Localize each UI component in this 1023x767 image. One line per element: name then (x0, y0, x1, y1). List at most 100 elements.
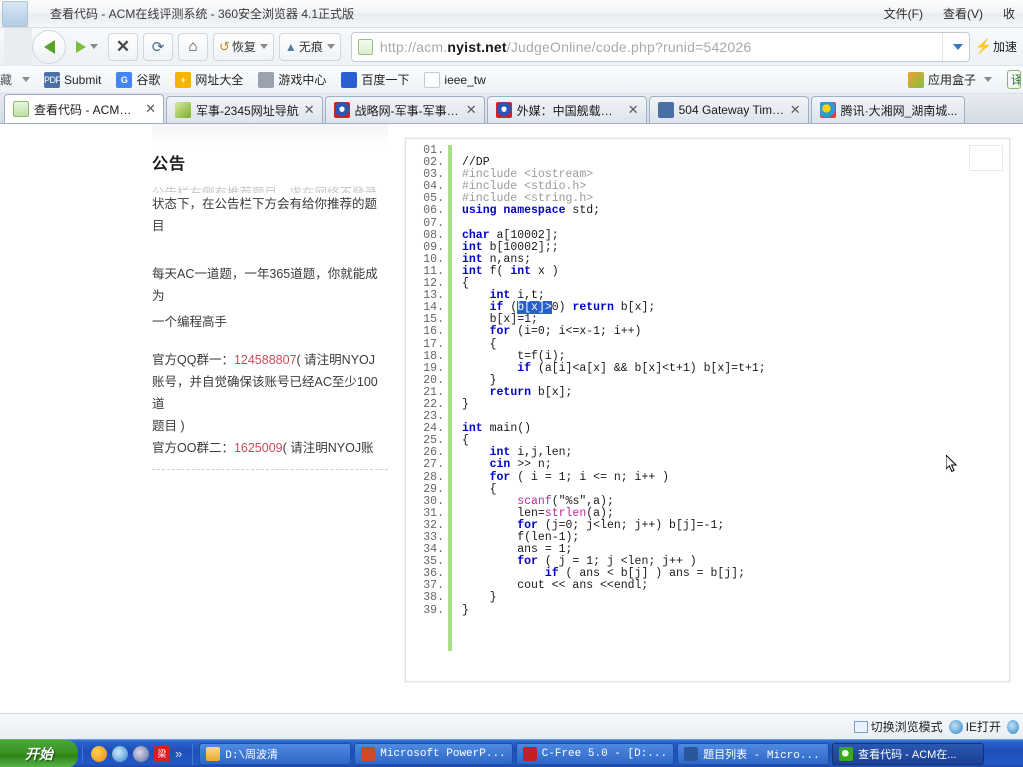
code-line[interactable]: if (a[i]<a[x] && b[x]<t+1) b[x]=t+1; (462, 361, 1009, 375)
code-line[interactable]: using namespace std; (462, 205, 1009, 217)
code-line[interactable]: cout << ans <<endl; (462, 580, 1009, 592)
menu-view[interactable]: 查看(V) (943, 5, 983, 22)
tab-foreign-media[interactable]: 外媒：中国舰载战机... ✕ (486, 96, 647, 123)
announcement-spacer (152, 241, 388, 263)
code-line[interactable] (462, 145, 1009, 157)
forward-button[interactable] (71, 33, 103, 61)
favorites-clip-label[interactable]: 藏 (0, 71, 18, 88)
ie-icon[interactable] (112, 745, 128, 762)
code-line[interactable]: int b[10002];; (462, 241, 1009, 254)
code-viewer[interactable]: 01. 02. 03. 04. 05. 06. 07. 08. 09. 10. 11. 12. 13. 1… (406, 139, 1009, 681)
incognito-button[interactable]: ▲ 无痕 (278, 32, 341, 61)
announcement-title: 公告 (152, 156, 187, 173)
qq1-number: 124588807 (233, 353, 297, 367)
close-icon[interactable]: ✕ (466, 102, 477, 118)
close-icon[interactable]: ✕ (145, 101, 156, 117)
media-player-icon[interactable] (91, 745, 107, 762)
code-line[interactable]: for (i=0; i<=x-1; i++) (462, 326, 1009, 338)
powerpoint-icon (361, 746, 376, 761)
line-number: 18. (423, 349, 444, 363)
tab-504-gateway[interactable]: 504 Gateway Time-... ✕ (648, 96, 809, 123)
close-icon[interactable]: ✕ (628, 102, 639, 118)
stop-button[interactable]: ✕ (108, 32, 138, 61)
selected-code-token: b[x]> (517, 301, 552, 315)
incognito-label: 无痕 (298, 40, 323, 54)
code-line[interactable]: return b[x]; (462, 386, 1009, 399)
news-icon (495, 102, 512, 118)
open-in-ie-button[interactable]: IE打开 (948, 718, 1001, 735)
bookmark-game-center[interactable]: 游戏中心 (252, 69, 332, 90)
code-line[interactable]: int main() (462, 423, 1009, 435)
chevron-right-icon[interactable]: » (175, 746, 182, 761)
start-button[interactable]: 开始 (0, 739, 78, 767)
code-token: cout << ans <<endl; (462, 579, 649, 593)
code-token: n,ans; (489, 252, 532, 266)
bookmark-ieee-tw[interactable]: ieee_tw (418, 70, 491, 90)
menu-favorites[interactable]: 收 (1003, 5, 1017, 22)
home-button[interactable]: ⌂ (178, 32, 208, 61)
code-line[interactable]: } (462, 592, 1009, 604)
code-line[interactable]: } (462, 604, 1009, 617)
undo-icon: ↺ (219, 38, 230, 54)
taskbar-item-browser[interactable]: 查看代码 - ACM在... (832, 742, 985, 765)
explorer-icon[interactable] (133, 745, 149, 762)
accelerate-button[interactable]: ⚡ 加速 (975, 38, 1019, 55)
source-code-card: 01. 02. 03. 04. 05. 06. 07. 08. 09. 10. 11. 12. 13. 1… (405, 138, 1010, 682)
divider (152, 469, 388, 470)
code-token: if (544, 567, 566, 581)
code-token: if (517, 361, 538, 375)
taskbar: 开始 梁 » D:\周波清 Microsoft PowerP... C-Free… (0, 739, 1023, 767)
address-bar[interactable]: http://acm.nyist.net/JudgeOnline/code.ph… (350, 31, 970, 62)
code-token: 0) (551, 301, 573, 315)
code-line[interactable]: } (462, 398, 1009, 411)
taskbar-item-problem-list[interactable]: 题目列表 - Micro... (677, 742, 830, 765)
qq1-line2: 账号，并自觉确保该账号已经AC至少100道 (152, 375, 378, 411)
tab-strategy-news[interactable]: 战略网-军事-军事新... ✕ (324, 96, 485, 123)
refresh-button[interactable]: ⟳ (143, 32, 173, 61)
code-line[interactable] (462, 411, 1009, 423)
taskbar-item-cfree[interactable]: C-Free 5.0 - [D:... (515, 742, 675, 765)
line-number-gutter: 01. 02. 03. 04. 05. 06. 07. 08. 09. 10. 11. 12. 13. 1… (406, 144, 448, 681)
menu-file[interactable]: 文件(F) (884, 5, 923, 22)
code-token: x ) (537, 264, 559, 278)
tab-2345-military[interactable]: 军事-2345网址导航 ✕ (166, 96, 323, 123)
tab-label: 军事-2345网址导航 (196, 103, 299, 118)
chevron-down-icon (90, 44, 98, 49)
code-token: { (462, 277, 469, 291)
taskbar-items: D:\周波清 Microsoft PowerP... C-Free 5.0 - … (192, 742, 1023, 765)
bookmark-label: ieee_tw (444, 72, 486, 87)
bookmark-baidu[interactable]: 百度一下 (335, 69, 415, 90)
baidu-icon (341, 71, 358, 88)
taskbar-item-powerpoint[interactable]: Microsoft PowerP... (354, 742, 513, 765)
bookmark-hao[interactable]: + 网址大全 (169, 69, 249, 90)
code-line[interactable]: int f( int x ) (462, 264, 1009, 278)
status-extra-icon[interactable] (1007, 719, 1019, 734)
back-button[interactable] (32, 29, 66, 64)
app-box-button[interactable]: 应用盒子 (902, 69, 998, 90)
ime-icon[interactable]: 梁 (154, 745, 170, 762)
restore-button[interactable]: ↺ 恢复 (213, 32, 274, 61)
tab-acm-code[interactable]: 查看代码 - ACM在线... ✕ (4, 94, 164, 123)
close-icon[interactable]: ✕ (304, 102, 315, 118)
code-token: f( (489, 264, 511, 278)
code-line[interactable]: if (b[x]>0) return b[x]; (462, 301, 1009, 315)
browser-360-icon (839, 746, 854, 761)
bookmark-google[interactable]: G 谷歌 (110, 69, 166, 90)
bookmark-submit[interactable]: PDF Submit (38, 70, 107, 90)
address-dropdown-button[interactable] (941, 32, 963, 61)
close-icon[interactable]: ✕ (790, 102, 801, 118)
taskbar-item-folder[interactable]: D:\周波清 (199, 742, 352, 765)
qq2-tail: ( 请注明NYOJ账 (282, 441, 374, 455)
ie-icon (948, 719, 963, 734)
translate-button[interactable]: 译 (1007, 70, 1021, 89)
chevron-down-icon[interactable] (22, 77, 30, 82)
tab-tencent-hunan[interactable]: 腾讯·大湘网_湖南城... (810, 96, 966, 123)
code-text[interactable]: //DP #include <iostream> #include <stdio.h… (462, 145, 1009, 681)
word-icon (684, 746, 699, 761)
switch-browse-mode-button[interactable]: 切换浏览模式 (853, 718, 943, 735)
code-line[interactable]: for ( i = 1; i <= n; i++ ) (462, 471, 1009, 484)
